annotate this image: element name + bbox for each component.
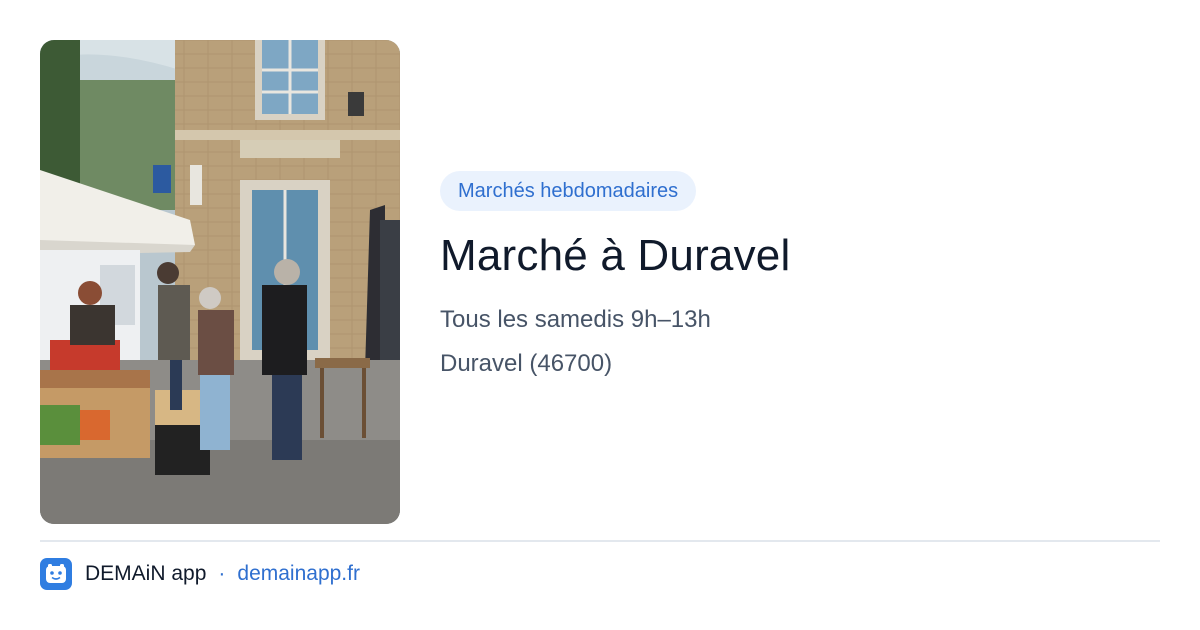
market-photo <box>40 40 400 524</box>
footer-divider <box>40 540 1160 542</box>
category-badge[interactable]: Marchés hebdomadaires <box>440 171 697 211</box>
market-location: Duravel (46700) <box>440 350 613 377</box>
demain-app-icon <box>40 558 72 590</box>
market-photo-illustration <box>40 40 400 524</box>
footer-separator: · <box>218 562 226 585</box>
demain-app-icon-glyph <box>46 564 66 583</box>
app-domain-link[interactable]: demainapp.fr <box>237 562 360 586</box>
market-card: Marchés hebdomadaires Marché à Duravel T… <box>0 0 1200 630</box>
market-schedule: Tous les samedis 9h–13h <box>440 306 711 333</box>
footer: DEMAiN app · demainapp.fr <box>40 557 360 591</box>
market-title: Marché à Duravel <box>440 231 791 280</box>
app-name: DEMAiN app <box>85 562 207 585</box>
market-details: Marchés hebdomadaires Marché à Duravel T… <box>440 171 1160 379</box>
